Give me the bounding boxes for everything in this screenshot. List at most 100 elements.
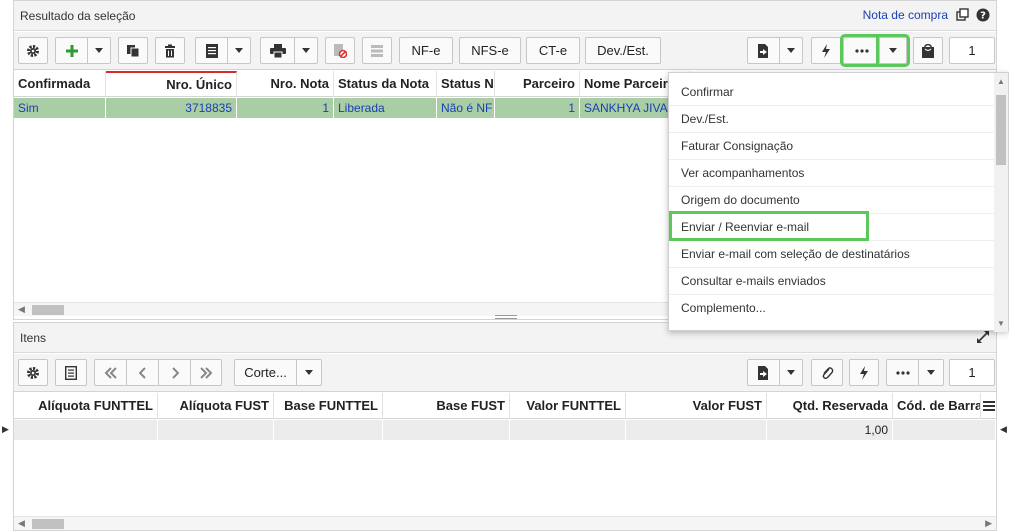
stack-icon: [371, 44, 383, 57]
col-nro-unico[interactable]: Nro. Único: [106, 71, 237, 97]
menu-item-faturar-consignacao[interactable]: Faturar Consignação: [669, 133, 995, 160]
scroll-right-icon[interactable]: ▶: [985, 518, 992, 529]
menu-item-consultar-emails[interactable]: Consultar e-mails enviados: [669, 268, 995, 295]
nfe-button[interactable]: NF-e: [399, 37, 453, 64]
settings-button[interactable]: [18, 37, 48, 64]
items-form-button[interactable]: [55, 359, 87, 386]
left-collapse-icon[interactable]: ▶: [2, 424, 9, 435]
right-collapse-icon[interactable]: ◀: [1000, 424, 1007, 435]
cancel-document-button[interactable]: [325, 37, 355, 64]
cte-button[interactable]: CT-e: [526, 37, 580, 64]
cell-nro-unico: 3718835: [106, 98, 237, 118]
expand-icon[interactable]: [976, 330, 990, 344]
menu-item-origem-do-documento[interactable]: Origem do documento: [669, 187, 995, 214]
col-status-n[interactable]: Status N: [437, 71, 495, 97]
ellipsis-icon: [895, 370, 910, 375]
next-page-button[interactable]: [158, 359, 190, 386]
menu-scrollbar[interactable]: ▲ ▼: [994, 73, 1008, 332]
menu-scroll-thumb[interactable]: [996, 95, 1006, 165]
actions-button[interactable]: [811, 37, 841, 64]
more-options-button[interactable]: [840, 34, 882, 67]
more-options-dropdown-button[interactable]: [876, 34, 910, 67]
items-more-options-dropdown-button[interactable]: [918, 359, 944, 386]
caret-down-icon: [927, 370, 935, 375]
cell-valor-funttel: [510, 420, 626, 440]
list-dropdown-button[interactable]: [227, 37, 251, 64]
items-export-button[interactable]: [747, 359, 779, 386]
scroll-up-icon[interactable]: ▲: [997, 77, 1005, 86]
nfse-button[interactable]: NFS-e: [459, 37, 521, 64]
items-export-dropdown-button[interactable]: [779, 359, 803, 386]
items-settings-button[interactable]: [18, 359, 48, 386]
col-base-funttel[interactable]: Base FUNTTEL: [274, 393, 383, 419]
paperclip-icon: [822, 366, 834, 379]
caret-down-icon: [95, 48, 103, 53]
last-page-button[interactable]: [190, 359, 222, 386]
items-panel: Itens Corte... 1 Alíquota FUNTTEL Alíquo…: [13, 322, 997, 531]
plus-icon: [65, 44, 78, 57]
scroll-thumb[interactable]: [32, 519, 64, 529]
table-row[interactable]: 1,00: [14, 420, 996, 440]
print-button[interactable]: [260, 37, 294, 64]
scroll-down-icon[interactable]: ▼: [997, 319, 1005, 328]
lightning-icon: [860, 365, 868, 380]
menu-item-complemento[interactable]: Complemento...: [669, 295, 995, 322]
col-aliquota-funttel[interactable]: Alíquota FUNTTEL: [14, 393, 158, 419]
attach-button[interactable]: [811, 359, 843, 386]
scroll-left-icon[interactable]: ◀: [18, 518, 25, 529]
export-button[interactable]: [747, 37, 779, 64]
previous-page-button[interactable]: [126, 359, 158, 386]
col-valor-funttel[interactable]: Valor FUNTTEL: [510, 393, 626, 419]
svg-text:?: ?: [980, 11, 986, 22]
col-nro-nota[interactable]: Nro. Nota: [237, 71, 334, 97]
items-horizontal-scrollbar[interactable]: ◀ ▶: [14, 516, 996, 530]
items-page-number-input[interactable]: 1: [949, 359, 995, 386]
bag-button[interactable]: [913, 37, 943, 64]
col-base-fust[interactable]: Base FUST: [383, 393, 510, 419]
col-cod-de-barra[interactable]: Cód. de Barra: [893, 393, 981, 419]
help-icon[interactable]: ?: [976, 8, 990, 22]
scroll-thumb[interactable]: [32, 305, 64, 315]
col-status-da-nota[interactable]: Status da Nota: [334, 71, 437, 97]
first-page-button[interactable]: [94, 359, 126, 386]
add-button[interactable]: [55, 37, 87, 64]
delete-button[interactable]: [155, 37, 185, 64]
corte-button[interactable]: Corte...: [234, 359, 296, 386]
corte-dropdown-button[interactable]: [296, 359, 322, 386]
col-confirmada[interactable]: Confirmada: [14, 71, 106, 97]
menu-item-dev-est[interactable]: Dev./Est.: [669, 106, 995, 133]
scroll-left-icon[interactable]: ◀: [18, 304, 25, 315]
column-menu-icon[interactable]: [981, 393, 997, 419]
list-button[interactable]: [195, 37, 227, 64]
duplicate-button[interactable]: [118, 37, 148, 64]
export-dropdown-button[interactable]: [779, 37, 803, 64]
col-aliquota-fust[interactable]: Alíquota FUST: [158, 393, 274, 419]
menu-item-ver-acompanhamentos[interactable]: Ver acompanhamentos: [669, 160, 995, 187]
page-number-input[interactable]: 1: [949, 37, 995, 64]
lightning-icon: [822, 43, 830, 58]
splitter-handle[interactable]: [495, 315, 517, 319]
print-dropdown-button[interactable]: [294, 37, 318, 64]
items-actions-button[interactable]: [849, 359, 879, 386]
caret-down-icon: [787, 48, 795, 53]
caret-down-icon: [235, 48, 243, 53]
stack-button[interactable]: [362, 37, 392, 64]
trash-icon: [165, 44, 175, 57]
col-parceiro[interactable]: Parceiro: [495, 71, 580, 97]
items-more-options-button[interactable]: [886, 359, 918, 386]
menu-item-confirmar[interactable]: Confirmar: [669, 79, 995, 106]
menu-item-enviar-email-destinatarios[interactable]: Enviar e-mail com seleção de destinatári…: [669, 241, 995, 268]
file-export-icon: [757, 43, 768, 58]
col-qtd-reservada[interactable]: Qtd. Reservada: [767, 393, 893, 419]
cell-base-fust: [383, 420, 510, 440]
dev-est-button[interactable]: Dev./Est.: [585, 37, 661, 64]
add-dropdown-button[interactable]: [87, 37, 111, 64]
bag-icon: [922, 43, 934, 58]
cell-nro-nota: 1: [237, 98, 334, 118]
window-restore-icon[interactable]: [956, 8, 970, 22]
file-export-icon: [757, 365, 768, 380]
gear-icon: [27, 44, 39, 57]
gear-icon: [27, 366, 39, 379]
nota-de-compra-link[interactable]: Nota de compra: [863, 8, 948, 22]
col-valor-fust[interactable]: Valor FUST: [626, 393, 767, 419]
